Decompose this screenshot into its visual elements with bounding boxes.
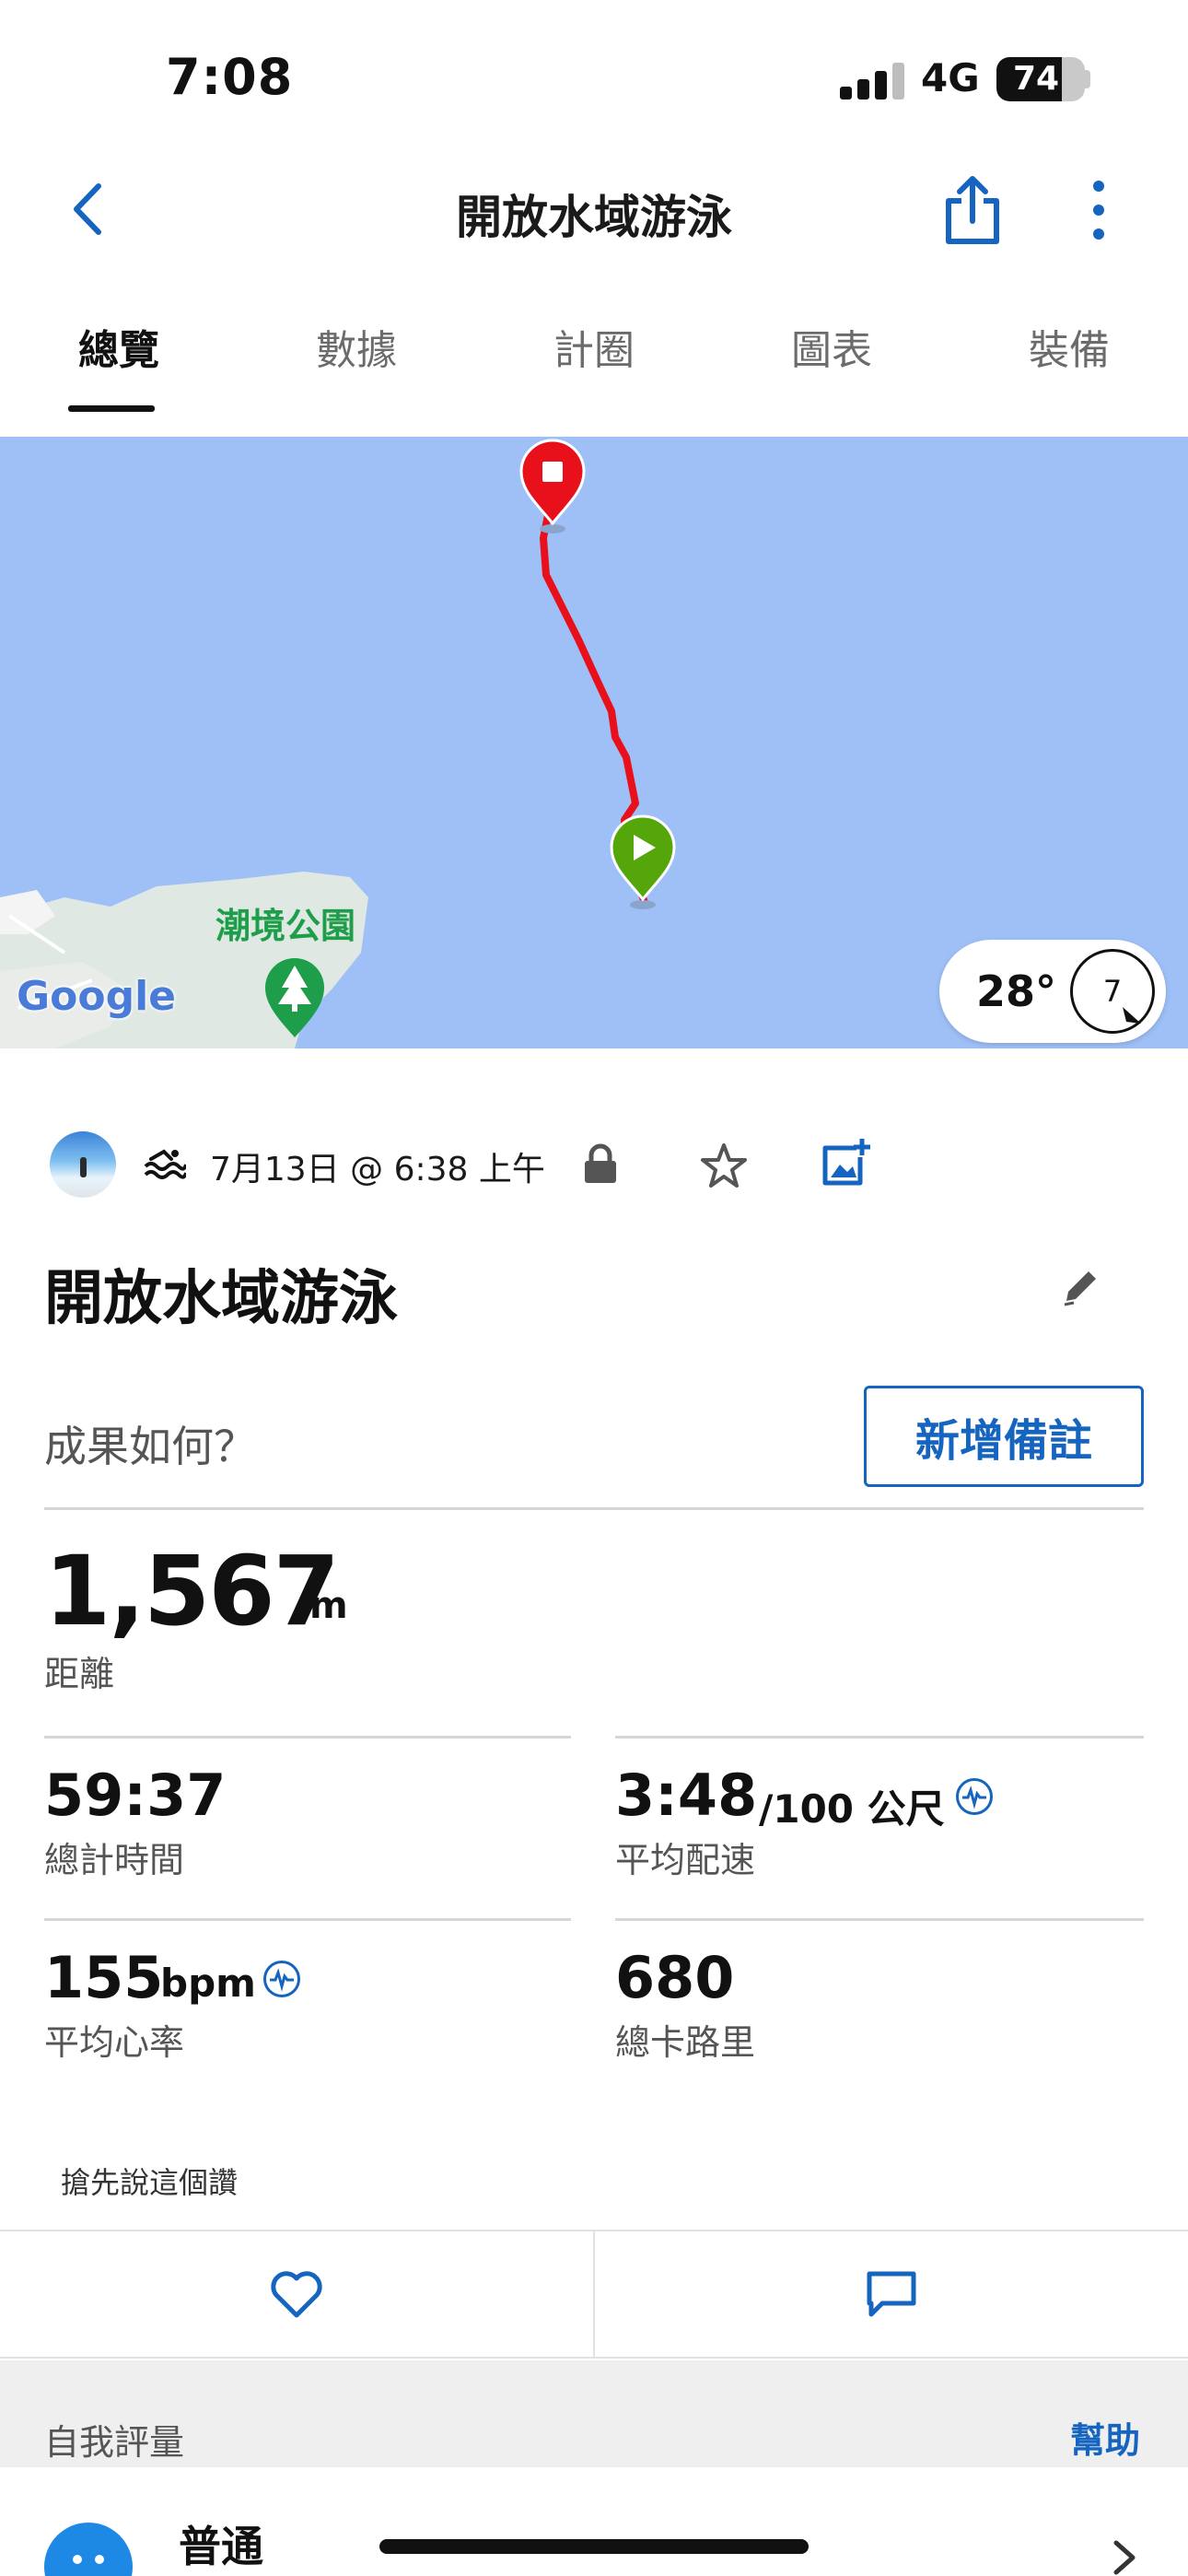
divider <box>615 1736 1144 1739</box>
finish-marker[interactable] <box>519 439 586 533</box>
divider <box>615 1918 1144 1921</box>
heart-icon <box>271 2271 322 2318</box>
battery-icon: 74 <box>996 57 1085 101</box>
temperature: 28° <box>976 966 1057 1016</box>
kudos-prompt: 搶先說這個讚 <box>61 2165 239 2200</box>
lock-icon[interactable] <box>582 1142 619 1185</box>
total-time-value: 59:37 <box>44 1762 227 1829</box>
calories-label: 總卡路里 <box>615 2022 756 2063</box>
tab-bar: 總覽 數據 計圈 圖表 裝備 <box>0 304 1188 424</box>
avg-pace-unit: /100 公尺 <box>759 1786 945 1832</box>
google-logo: Google <box>17 973 176 1020</box>
network-type: 4G <box>921 55 980 100</box>
battery-percent: 74 <box>1012 60 1060 98</box>
chevron-right-icon[interactable] <box>1111 2539 1138 2576</box>
comment-button[interactable] <box>593 2231 1188 2357</box>
share-icon <box>946 176 999 244</box>
distance-value: 1,567 <box>44 1535 340 1647</box>
activity-datetime: 7月13日 @ 6:38 上午 <box>210 1151 545 1188</box>
wind-direction-icon <box>1123 1007 1141 1024</box>
avg-hr-unit: bpm <box>160 1961 256 2006</box>
avg-hr-value: 155 <box>44 1944 164 2011</box>
social-actions <box>0 2230 1188 2359</box>
avg-pace-label: 平均配速 <box>615 1840 756 1880</box>
calories-value: 680 <box>615 1944 735 2011</box>
tab-data[interactable]: 數據 <box>238 304 475 424</box>
weather-pill[interactable]: 28° 7 <box>939 940 1166 1043</box>
page-title: 開放水域游泳 <box>456 191 732 244</box>
feedback-prompt: 成果如何？ <box>44 1422 256 1471</box>
activity-title: 開放水域游泳 <box>44 1265 398 1333</box>
divider <box>44 1507 1144 1510</box>
help-link[interactable]: 幫助 <box>1070 2412 1140 2463</box>
tab-gear[interactable]: 裝備 <box>950 304 1188 424</box>
battery-tip <box>1085 70 1090 88</box>
active-tab-indicator <box>68 405 155 412</box>
like-button[interactable] <box>0 2231 593 2357</box>
divider <box>44 1736 571 1739</box>
divider <box>44 1918 571 1921</box>
avg-hr-label: 平均心率 <box>44 2022 185 2063</box>
add-photo-icon[interactable] <box>820 1137 871 1188</box>
edit-pencil-icon[interactable] <box>1059 1264 1103 1308</box>
distance-unit: m <box>309 1585 348 1627</box>
neutral-face-icon <box>44 2523 133 2576</box>
tab-charts[interactable]: 圖表 <box>713 304 950 424</box>
wind-indicator: 7 <box>1070 949 1155 1034</box>
share-button[interactable] <box>939 173 1006 247</box>
more-options-button[interactable] <box>1077 177 1120 243</box>
total-time-label: 總計時間 <box>44 1840 185 1880</box>
star-icon[interactable] <box>700 1142 748 1188</box>
avatar[interactable] <box>50 1131 116 1198</box>
distance-label: 距離 <box>44 1654 115 1694</box>
wind-speed: 7 <box>1102 974 1123 1009</box>
home-indicator[interactable] <box>379 2539 809 2554</box>
avg-pace-value: 3:48 <box>615 1762 758 1829</box>
status-time: 7:08 <box>166 48 294 106</box>
feeling-label[interactable]: 普通 <box>179 2513 263 2574</box>
more-vertical-icon <box>1093 181 1104 240</box>
comment-icon <box>867 2271 916 2317</box>
park-label: 潮境公園 <box>215 906 356 946</box>
info-wave-icon[interactable] <box>263 1961 300 1997</box>
signal-icon <box>840 61 904 100</box>
start-marker[interactable] <box>610 814 676 909</box>
self-eval-title: 自我評量 <box>44 2422 185 2463</box>
add-note-button[interactable]: 新增備註 <box>864 1386 1144 1487</box>
info-wave-icon[interactable] <box>956 1778 993 1815</box>
tab-laps[interactable]: 計圈 <box>475 304 713 424</box>
swimming-icon <box>144 1146 188 1179</box>
